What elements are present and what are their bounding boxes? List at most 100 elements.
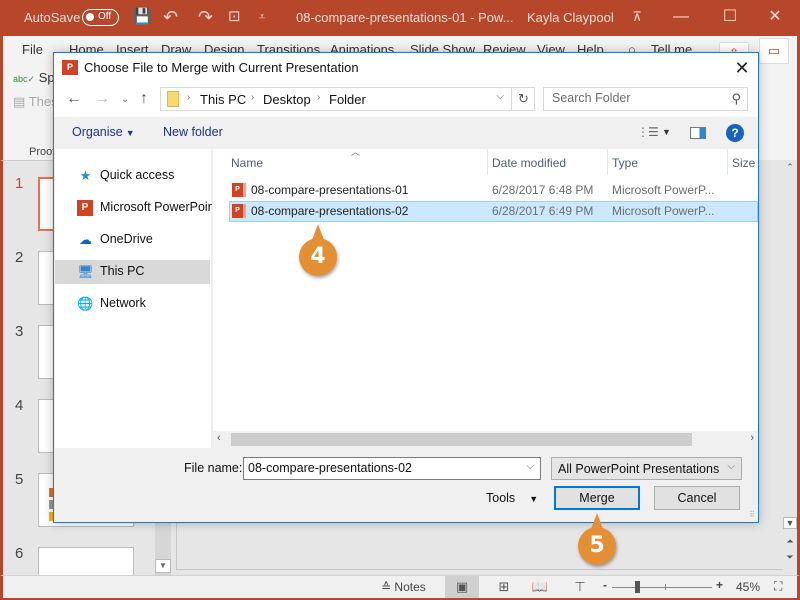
scroll-down-icon[interactable]: ▼ <box>783 517 797 529</box>
scroll-right-icon[interactable]: › <box>750 432 754 444</box>
zoom-slider[interactable] <box>612 587 712 588</box>
nav-item-onedrive[interactable]: ☁ OneDrive <box>55 228 210 252</box>
user-name[interactable]: Kayla Claypool <box>527 10 614 25</box>
column-header-name[interactable]: ︿ Name <box>213 147 488 175</box>
network-icon: 🌐 <box>77 296 94 311</box>
breadcrumb-this-pc[interactable]: This PC <box>200 92 246 107</box>
nav-item-label: Network <box>100 296 146 310</box>
normal-view-icon[interactable]: ▣ <box>445 576 479 598</box>
editor-scrollbar[interactable]: ⌃ ▼ ⏶ ⏷ <box>783 160 800 575</box>
recent-locations-icon[interactable]: ⌄ <box>121 94 129 105</box>
breadcrumb-folder[interactable]: Folder <box>329 92 366 107</box>
breadcrumb-desktop[interactable]: Desktop <box>263 92 311 107</box>
cancel-button[interactable]: Cancel <box>654 486 740 510</box>
maximize-button[interactable]: ☐ <box>715 6 745 28</box>
search-box[interactable]: ⚲ <box>543 87 748 111</box>
refresh-icon[interactable]: ↻ <box>511 87 535 111</box>
nav-item-network[interactable]: 🌐 Network <box>55 292 210 316</box>
file-row[interactable]: P 08-compare-presentations-01 6/28/2017 … <box>229 180 758 201</box>
slide-number: 5 <box>15 471 24 488</box>
file-list: ︿ Name Date modified Type Size P 08-comp… <box>213 147 758 448</box>
zoom-out-button[interactable]: - <box>603 578 607 592</box>
nav-item-quick-access[interactable]: ★ Quick access <box>55 164 210 188</box>
column-header-date-modified[interactable]: Date modified <box>488 149 608 175</box>
file-row-selected[interactable]: P 08-compare-presentations-02 6/28/2017 … <box>229 201 758 222</box>
organise-menu[interactable]: Organise ▼ <box>72 125 135 139</box>
chevron-down-icon[interactable]: ▼ <box>662 127 671 137</box>
zoom-level[interactable]: 45% <box>736 580 760 594</box>
close-window-button[interactable]: ✕ <box>760 6 790 28</box>
address-dropdown-icon[interactable]: ⌵ <box>496 91 504 102</box>
autosave-state: Off <box>98 11 112 22</box>
search-input[interactable] <box>552 91 722 105</box>
autosave-toggle[interactable]: Off <box>82 9 119 26</box>
thesaurus-button[interactable]: ▤ Thes <box>13 94 58 110</box>
resize-grip-icon[interactable]: ⠿ <box>749 510 755 519</box>
file-type: Microsoft PowerP... <box>612 204 715 218</box>
nav-item-label: This PC <box>100 264 145 278</box>
navigation-row: ← → ⌄ ↑ › This PC › Desktop › Folder ⌵ ↻… <box>54 83 758 117</box>
address-bar[interactable]: › This PC › Desktop › Folder ⌵ <box>160 87 535 111</box>
status-bar: ≙ Notes ▣ ⊞ 📖 ⊤ - + 45% ⛶ <box>0 575 800 600</box>
merge-button[interactable]: Merge <box>554 486 640 510</box>
file-name-combobox[interactable]: ⌵ <box>243 457 541 480</box>
slideshow-icon[interactable]: ⊤ <box>563 576 597 598</box>
step-callout-5: 5 <box>578 513 616 565</box>
folder-icon <box>167 91 179 107</box>
tab-file[interactable]: File <box>22 42 43 57</box>
comments-button[interactable]: ▭ <box>759 38 789 64</box>
fit-to-window-icon[interactable]: ⛶ <box>774 579 782 594</box>
save-icon[interactable]: 💾 <box>133 8 152 26</box>
nav-item-microsoft-powerpoint[interactable]: P Microsoft PowerPoint <box>55 196 212 220</box>
navigation-pane: ★ Quick access P Microsoft PowerPoint ☁ … <box>55 149 212 448</box>
column-header-size[interactable]: Size <box>728 149 768 175</box>
view-options-icon[interactable]: ⋮☰ <box>637 125 659 139</box>
file-name-input[interactable] <box>248 461 513 475</box>
zoom-slider-thumb[interactable] <box>635 581 640 593</box>
dialog-title: Choose File to Merge with Current Presen… <box>84 60 359 75</box>
chevron-down-icon[interactable]: ⌵ <box>526 461 534 472</box>
forward-arrow-icon[interactable]: → <box>94 90 110 108</box>
file-type-select[interactable]: All PowerPoint Presentations ⌵ <box>551 457 742 480</box>
slide-sorter-icon[interactable]: ⊞ <box>487 576 521 598</box>
toggle-knob <box>86 13 94 21</box>
zoom-in-button[interactable]: + <box>716 578 723 592</box>
file-name: 08-compare-presentations-01 <box>251 183 409 197</box>
file-name-label: File name: <box>184 461 243 475</box>
previous-slide-icon[interactable]: ⏶ <box>783 536 797 547</box>
powerpoint-icon: P <box>62 60 78 75</box>
column-label: Date modified <box>492 156 567 170</box>
search-icon[interactable]: ⚲ <box>731 91 741 107</box>
scroll-up-icon[interactable]: ⌃ <box>783 162 797 173</box>
column-header-type[interactable]: Type <box>608 149 728 175</box>
dialog-close-button[interactable]: ✕ <box>730 56 754 80</box>
minimize-button[interactable]: — <box>666 6 696 28</box>
notes-button[interactable]: ≙ Notes <box>381 580 426 594</box>
undo-icon[interactable]: ↶ <box>163 8 178 26</box>
scroll-down-icon[interactable]: ▼ <box>155 559 171 573</box>
chevron-down-icon: ▼ <box>529 494 539 504</box>
up-arrow-icon[interactable]: ↑ <box>140 90 148 108</box>
redo-icon[interactable]: ↷ <box>198 8 213 26</box>
customize-toolbar-icon[interactable]: ⩡ <box>259 8 265 26</box>
scrollbar-thumb[interactable] <box>231 433 692 446</box>
preview-pane-icon[interactable] <box>690 127 706 139</box>
next-slide-icon[interactable]: ⏷ <box>783 552 797 563</box>
autosave-label: AutoSave <box>24 10 81 25</box>
reading-view-icon[interactable]: 📖 <box>523 576 557 598</box>
present-icon[interactable]: ⊡ <box>228 8 241 26</box>
horizontal-scrollbar[interactable]: ‹ › <box>213 431 758 448</box>
file-type: Microsoft PowerP... <box>612 183 715 197</box>
tools-menu[interactable]: Tools ▼ <box>486 491 538 505</box>
new-folder-button[interactable]: New folder <box>163 125 223 139</box>
nav-item-this-pc[interactable]: 🖥 This PC <box>55 260 210 284</box>
powerpoint-icon: P <box>77 200 93 216</box>
ribbon-display-icon[interactable]: ⊼ <box>622 6 652 28</box>
nav-item-label: Microsoft PowerPoint <box>100 200 212 214</box>
slide-number: 6 <box>15 545 24 562</box>
slide-thumbnail-6[interactable] <box>38 547 134 577</box>
back-arrow-icon[interactable]: ← <box>66 90 82 108</box>
cloud-icon: ☁ <box>79 232 92 247</box>
help-icon[interactable]: ? <box>726 124 744 142</box>
scroll-left-icon[interactable]: ‹ <box>217 432 221 444</box>
